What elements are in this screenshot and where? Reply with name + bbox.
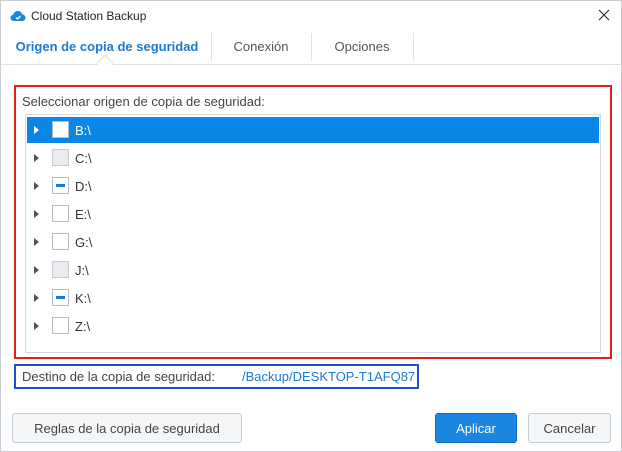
source-section-label: Seleccionar origen de copia de seguridad… [22,94,265,109]
cloud-icon [10,9,26,23]
triangle-right-icon[interactable] [31,173,41,199]
backup-rules-button[interactable]: Reglas de la copia de seguridad [12,413,242,443]
drive-checkbox[interactable] [52,121,69,138]
triangle-right-icon[interactable] [31,257,41,283]
drive-checkbox[interactable] [52,289,69,306]
drive-checkbox[interactable] [52,317,69,334]
tab-divider [413,33,414,61]
drive-label: E:\ [75,207,91,222]
close-icon [598,9,610,24]
drive-checkbox [52,261,69,278]
tab-conexion[interactable]: Conexión [214,31,308,65]
drive-label: D:\ [75,179,92,194]
destination-label: Destino de la copia de seguridad: [22,369,215,384]
destination-link[interactable]: /Backup/DESKTOP-T1AFQ87 [242,369,415,384]
drive-label: K:\ [75,291,91,306]
window-title: Cloud Station Backup [31,9,147,23]
drive-tree[interactable]: B:\ C:\ D:\ E:\ G:\ J:\ K:\ Z:\ [25,114,601,353]
drive-label: B:\ [75,123,91,138]
tree-row-c[interactable]: C:\ [27,145,599,171]
cancel-button[interactable]: Cancelar [528,413,611,443]
drive-checkbox[interactable] [52,177,69,194]
tab-divider [311,33,312,61]
drive-checkbox [52,149,69,166]
triangle-right-icon[interactable] [31,229,41,255]
drive-label: J:\ [75,263,89,278]
drive-label: C:\ [75,151,92,166]
tree-row-k[interactable]: K:\ [27,285,599,311]
triangle-right-icon[interactable] [31,201,41,227]
tree-row-e[interactable]: E:\ [27,201,599,227]
tab-bar: Origen de copia de seguridad Conexión Op… [1,31,621,72]
tab-divider [211,33,212,61]
apply-button[interactable]: Aplicar [435,413,517,443]
title-bar: Cloud Station Backup [1,1,621,31]
drive-label: G:\ [75,235,93,250]
backup-window: Cloud Station Backup Origen de copia de … [0,0,622,452]
tree-row-d[interactable]: D:\ [27,173,599,199]
tree-row-b[interactable]: B:\ [27,117,599,143]
drive-label: Z:\ [75,319,91,334]
triangle-right-icon[interactable] [31,117,41,143]
triangle-right-icon[interactable] [31,313,41,339]
triangle-right-icon[interactable] [31,145,41,171]
tree-row-g[interactable]: G:\ [27,229,599,255]
close-button[interactable] [593,5,615,27]
drive-checkbox[interactable] [52,205,69,222]
tree-row-z[interactable]: Z:\ [27,313,599,339]
drive-checkbox[interactable] [52,233,69,250]
triangle-right-icon[interactable] [31,285,41,311]
tree-row-j[interactable]: J:\ [27,257,599,283]
tab-opciones[interactable]: Opciones [314,31,410,65]
